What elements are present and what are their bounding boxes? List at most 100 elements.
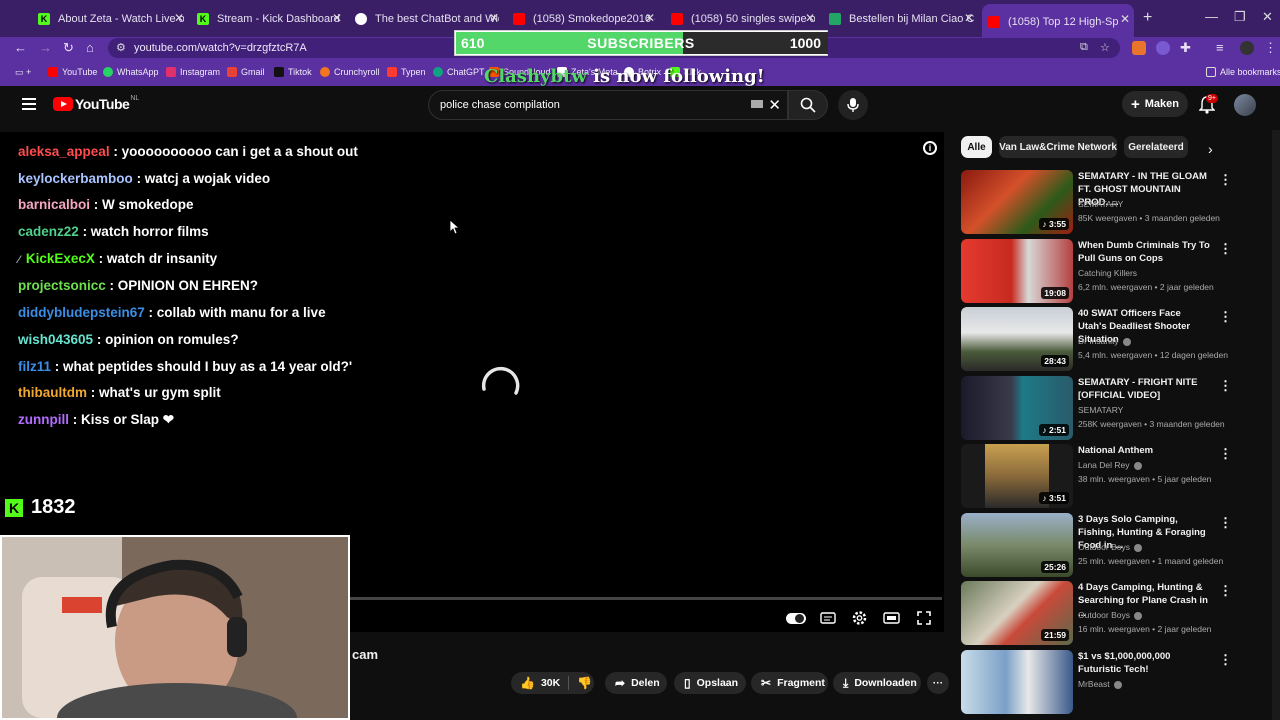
more-vertical-icon[interactable]: ⋮ [1219,515,1232,531]
bookmark-typen[interactable]: Typen [387,67,426,77]
media-icon[interactable]: ≡ [1216,40,1224,55]
thumbs-up-icon[interactable]: 👍 [520,676,535,690]
install-icon[interactable]: ⧉ [1080,41,1088,54]
autoplay-toggle[interactable] [786,613,806,624]
rec-title[interactable]: $1 vs $1,000,000,000 Futuristic Tech! [1078,650,1210,676]
home-icon[interactable]: ⌂ [86,40,94,55]
more-vertical-icon[interactable]: ⋮ [1219,309,1232,325]
bookmark-tiktok[interactable]: Tiktok [274,67,312,77]
keyboard-icon[interactable] [751,100,763,108]
browser-tab[interactable]: The best ChatBot and Widgets ✕ [355,7,499,31]
close-tab-icon[interactable]: ✕ [964,11,974,25]
browser-tab[interactable]: (1058) 50 singles swipe on each ✕ [671,7,815,31]
youtube-logo[interactable]: YouTube NL [53,95,139,112]
chip-all[interactable]: Alle [961,136,992,158]
recommended-video[interactable]: 21:59 4 Days Camping, Hunting & Searchin… [961,581,1251,645]
video-thumbnail[interactable]: ♪ 3:55 [961,170,1073,234]
recommended-video[interactable]: ♪ 3:51 National Anthem Lana Del Rey 38 m… [961,444,1251,508]
close-tab-icon[interactable]: ✕ [174,11,184,25]
close-tab-icon[interactable]: ✕ [1120,12,1130,26]
video-thumbnail[interactable]: ♪ 3:51 [961,444,1073,508]
browser-tab[interactable]: K Stream - Kick Dashboard ✕ [197,7,342,31]
browser-tab[interactable]: Bestellen bij Milan Ciao Ciao in ✕ [829,7,974,31]
create-button[interactable]: + Maken [1122,91,1188,117]
bookmark-whatsapp[interactable]: WhatsApp [103,67,159,77]
fullscreen-icon[interactable] [916,609,932,627]
menu-icon[interactable] [22,98,36,113]
bookmark-instagram[interactable]: Instagram [166,67,220,77]
clip-button[interactable]: ✂ Fragment [751,672,828,694]
rec-channel[interactable]: MrBeast [1078,679,1122,689]
share-button[interactable]: ➦ Delen [605,672,667,694]
close-window-icon[interactable]: ✕ [1262,9,1273,25]
new-tab-icon[interactable]: + [1143,9,1152,27]
video-thumbnail[interactable]: ♪ 2:51 [961,376,1073,440]
more-vertical-icon[interactable]: ⋮ [1219,446,1232,462]
recommended-video[interactable]: 28:43 40 SWAT Officers Face Utah's Deadl… [961,307,1251,371]
theater-mode-icon[interactable] [883,609,900,627]
video-thumbnail[interactable]: 25:26 [961,513,1073,577]
browser-tab[interactable]: K About Zeta - Watch Live on Kick ✕ [38,7,184,31]
extension-icon[interactable] [1156,41,1170,55]
rec-channel[interactable]: SEMATARY [1078,405,1123,415]
site-info-icon[interactable]: ⚙ [116,41,126,54]
download-button[interactable]: ⤓ Downloaden [833,672,921,694]
voice-search-button[interactable] [838,90,868,120]
close-tab-icon[interactable]: ✕ [645,11,655,25]
account-avatar[interactable] [1234,94,1256,116]
rec-title[interactable]: National Anthem [1078,444,1210,457]
extension-icon[interactable] [1132,41,1146,55]
rec-channel[interactable]: SEMATARY [1078,199,1123,209]
forward-icon[interactable]: → [39,40,52,55]
clear-search-icon[interactable]: ✕ [768,96,781,114]
recommended-video[interactable]: ♪ 3:55 SEMATARY - IN THE GLOAM FT. GHOST… [961,170,1251,234]
more-vertical-icon[interactable]: ⋮ [1219,172,1232,188]
bookmark-star-icon[interactable]: ☆ [1100,41,1110,54]
video-thumbnail[interactable]: 19:08 [961,239,1073,303]
recommended-video[interactable]: ♪ 2:51 SEMATARY - FRIGHT NITE [OFFICIAL … [961,376,1251,440]
close-tab-icon[interactable]: ✕ [489,11,499,25]
more-vertical-icon[interactable]: ⋮ [1219,583,1232,599]
chip-related[interactable]: Gerelateerd [1124,136,1188,158]
settings-gear-icon[interactable] [851,609,868,627]
recommended-video[interactable]: $1 vs $1,000,000,000 Futuristic Tech! Mr… [961,650,1251,714]
browser-tab[interactable]: (1058) Smokedope2016 - In ✕ [513,7,655,31]
bookmark-folder-icon[interactable]: ▭ + [15,67,31,78]
chip-channel[interactable]: Van Law&Crime Network [999,136,1117,158]
thumbs-down-icon[interactable]: 👎 [577,676,592,690]
close-tab-icon[interactable]: ✕ [332,11,342,25]
recommended-video[interactable]: 19:08 When Dumb Criminals Try To Pull Gu… [961,239,1251,303]
more-actions-button[interactable]: ··· [927,672,949,694]
rec-channel[interactable]: Dr Insanity [1078,336,1131,346]
recommended-video[interactable]: 25:26 3 Days Solo Camping, Fishing, Hunt… [961,513,1251,577]
rec-channel[interactable]: Outdoor Boys [1078,542,1142,552]
more-vertical-icon[interactable]: ⋮ [1219,241,1232,257]
menu-dots-icon[interactable]: ⋮ [1264,40,1277,56]
rec-channel[interactable]: Outdoor Boys [1078,610,1142,620]
restore-icon[interactable]: ❐ [1234,9,1246,25]
subtitles-icon[interactable] [820,609,836,627]
bookmark-gmail[interactable]: Gmail [227,67,265,77]
more-vertical-icon[interactable]: ⋮ [1219,652,1232,668]
search-input[interactable]: police chase compilation ✕ [428,90,788,120]
rec-title[interactable]: SEMATARY - FRIGHT NITE [OFFICIAL VIDEO] [1078,376,1210,402]
extensions-puzzle-icon[interactable]: ✚ [1180,40,1191,56]
save-button[interactable]: ▯ Opslaan [674,672,746,694]
bookmark-youtube[interactable]: YouTube [48,67,97,77]
close-tab-icon[interactable]: ✕ [805,11,815,25]
like-count[interactable]: 30K [541,677,560,689]
reload-icon[interactable]: ↻ [63,40,74,56]
rec-title[interactable]: When Dumb Criminals Try To Pull Guns on … [1078,239,1210,265]
more-vertical-icon[interactable]: ⋮ [1219,378,1232,394]
chevron-right-icon[interactable]: › [1208,141,1213,157]
bookmark-chatgpt[interactable]: ChatGPT [433,67,485,77]
rec-channel[interactable]: Catching Killers [1078,268,1137,278]
all-bookmarks[interactable]: Alle bookmarks [1206,67,1280,77]
rec-channel[interactable]: Lana Del Rey [1078,460,1142,470]
info-icon[interactable]: i [923,141,937,155]
page-scrollbar[interactable] [1272,130,1280,720]
video-thumbnail[interactable] [961,650,1073,714]
profile-icon[interactable] [1240,41,1254,55]
search-button[interactable] [788,90,828,120]
back-icon[interactable]: ← [14,40,27,55]
